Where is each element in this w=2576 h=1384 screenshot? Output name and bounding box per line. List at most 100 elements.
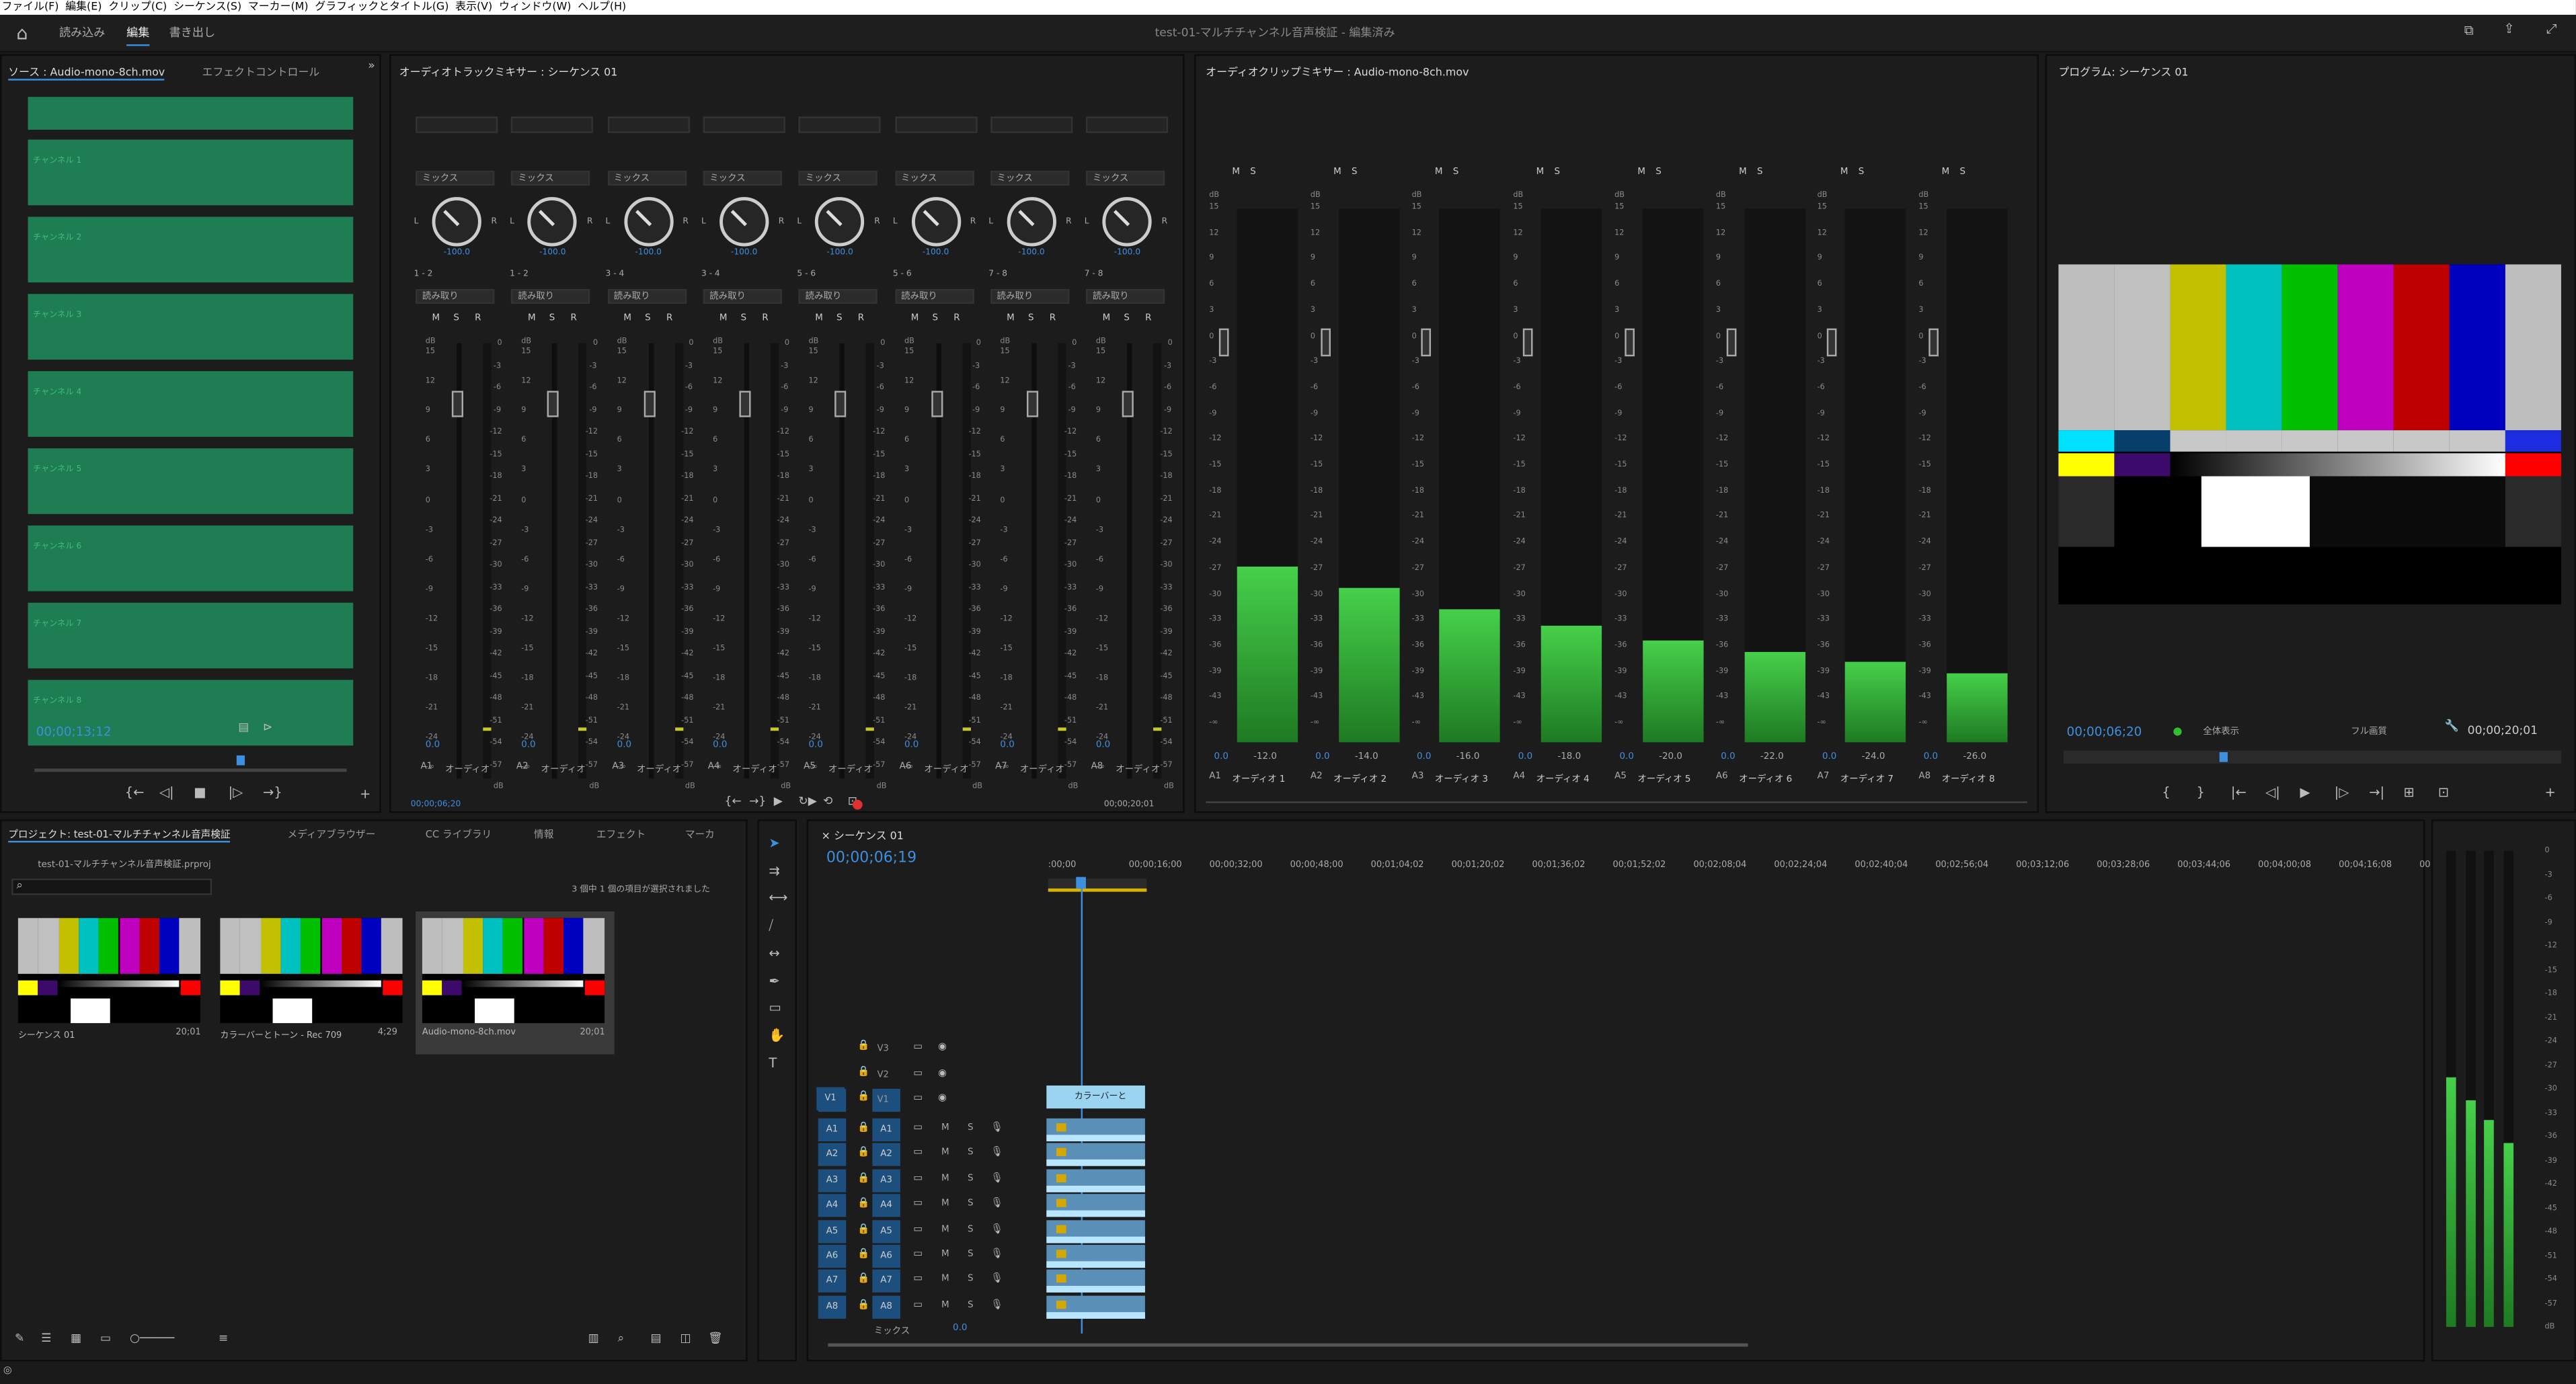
solo-button[interactable]: S [1250,167,1256,177]
menu-item[interactable]: ウィンドウ(W) [499,0,572,15]
automation-mode[interactable]: 読み取り [894,289,974,304]
pan-knob[interactable] [910,197,961,247]
automation-mode[interactable]: 読み取り [607,289,687,304]
mute-button[interactable]: M [911,314,919,324]
zoom-slider-icon[interactable]: ○───── [130,1333,174,1345]
drag-audio-icon[interactable]: ▤ [238,722,249,734]
record-button[interactable]: R [1050,314,1056,324]
pen-tool-icon[interactable]: ✒ [769,974,779,988]
pencil-icon[interactable]: ✎ [15,1333,24,1345]
clip-volume-fader[interactable] [1624,328,1635,357]
add-button-icon[interactable]: + [360,788,370,802]
record-button[interactable]: R [475,314,481,324]
volume-fader[interactable] [1026,391,1038,417]
effect-slot[interactable] [990,116,1072,133]
mute-button[interactable]: M [1232,167,1240,177]
automate-icon[interactable]: ▥ [588,1333,599,1345]
mix-select[interactable]: ミックス [990,171,1070,186]
icon-view-icon[interactable]: ▦ [71,1333,81,1345]
loop-play-icon[interactable]: ↻▶ [798,796,816,808]
mute-button[interactable]: M [1739,167,1747,177]
pan-knob[interactable] [527,197,578,247]
mute-button[interactable]: M [1435,167,1443,177]
automation-mode[interactable]: 読み取り [990,289,1070,304]
tab-export[interactable]: 書き出し [169,25,215,41]
quick-export-icon[interactable]: ⧉ [2464,24,2474,38]
pan-knob[interactable] [815,197,865,247]
go-in-icon[interactable]: {← [724,796,741,808]
mute-button[interactable]: M [815,314,823,324]
record-button[interactable]: R [571,314,577,324]
effect-slot[interactable] [703,116,785,133]
extract-icon[interactable]: ⊡ [2438,786,2449,800]
step-forward-icon[interactable]: |▷ [229,786,243,800]
solo-button[interactable]: S [1859,167,1865,177]
pan-knob[interactable] [1102,197,1152,247]
type-tool-icon[interactable]: T [769,1056,777,1070]
mute-button[interactable]: M [719,314,728,324]
timeline-ruler[interactable]: :00;00 00;00;16;00 00;00;32;00 00;00;48;00 0… [1048,860,2431,893]
step-back-icon[interactable]: ◁| [2265,786,2280,800]
effect-slot[interactable] [1086,116,1169,133]
delete-icon[interactable]: 🗑 [708,1333,723,1345]
track-select-icon[interactable]: ⇉ [769,864,779,879]
loop-icon[interactable]: ⟲ [823,796,832,808]
mute-button[interactable]: M [528,314,536,324]
clip-volume-fader[interactable] [1523,328,1533,357]
mark-out-icon[interactable]: →} [263,786,282,800]
solo-button[interactable]: S [1453,167,1459,177]
mute-button[interactable]: M [1103,314,1111,324]
clip-volume-fader[interactable] [1928,328,1939,357]
lift-icon[interactable]: ⊞ [2403,786,2414,800]
clip-volume-fader[interactable] [1421,328,1432,357]
menu-item[interactable]: 表示(V) [455,0,492,15]
work-area-bar[interactable] [1048,879,1147,892]
go-to-in-icon[interactable]: |← [2231,786,2247,800]
effect-slot[interactable] [894,116,977,133]
solo-button[interactable]: S [453,314,459,324]
tab-edit[interactable]: 編集 [126,25,150,46]
menu-item[interactable]: シーケンス(S) [173,0,241,15]
find-icon[interactable]: ⌕ [618,1333,625,1345]
stop-icon[interactable]: ■ [194,786,206,800]
mute-button[interactable]: M [1637,167,1645,177]
volume-fader[interactable] [1122,391,1134,417]
step-back-icon[interactable]: ◁| [159,786,174,800]
rectangle-tool-icon[interactable]: ▭ [769,1002,781,1016]
mute-button[interactable]: M [1333,167,1341,177]
effect-slot[interactable] [416,116,498,133]
mix-select[interactable]: ミックス [607,171,687,186]
program-title[interactable]: プログラム: シーケンス 01 [2058,63,2188,79]
solo-button[interactable]: S [645,314,651,324]
project-tab[interactable]: マーカ [685,826,715,841]
mix-select[interactable]: ミックス [798,171,878,186]
record-button[interactable]: R [953,314,960,324]
volume-fader[interactable] [451,391,463,417]
play-icon[interactable]: ▶ [774,796,783,808]
volume-fader[interactable] [739,391,751,417]
clip-volume-fader[interactable] [1725,328,1736,357]
search-input[interactable]: ⌕ [11,879,212,895]
hand-tool-icon[interactable]: ✋ [769,1028,785,1043]
clip-volume-fader[interactable] [1218,328,1229,357]
solo-button[interactable]: S [1554,167,1560,177]
insert-icon[interactable]: ⊳ [263,722,272,734]
play-icon[interactable]: ▶ [2300,786,2310,800]
automation-mode[interactable]: 読み取り [798,289,878,304]
record-icon[interactable] [853,799,863,810]
solo-button[interactable]: S [1655,167,1662,177]
pan-knob[interactable] [623,197,673,247]
mix-select[interactable]: ミックス [511,171,590,186]
volume-fader[interactable] [931,391,943,417]
solo-button[interactable]: S [1124,314,1130,324]
home-icon[interactable]: ⌂ [16,25,28,43]
mix-select[interactable]: ミックス [416,171,495,186]
project-tab[interactable]: CC ライブラリ [426,826,492,841]
mark-in-icon[interactable]: {← [125,786,145,800]
mute-button[interactable]: M [1007,314,1015,324]
solo-button[interactable]: S [741,314,747,324]
mix-select[interactable]: ミックス [894,171,974,186]
menu-item[interactable]: ファイル(F) [1,0,58,15]
clip-mixer-scroll[interactable] [1206,801,2027,803]
project-tab[interactable]: プロジェクト: test-01-マルチチャンネル音声検証 [8,826,231,843]
